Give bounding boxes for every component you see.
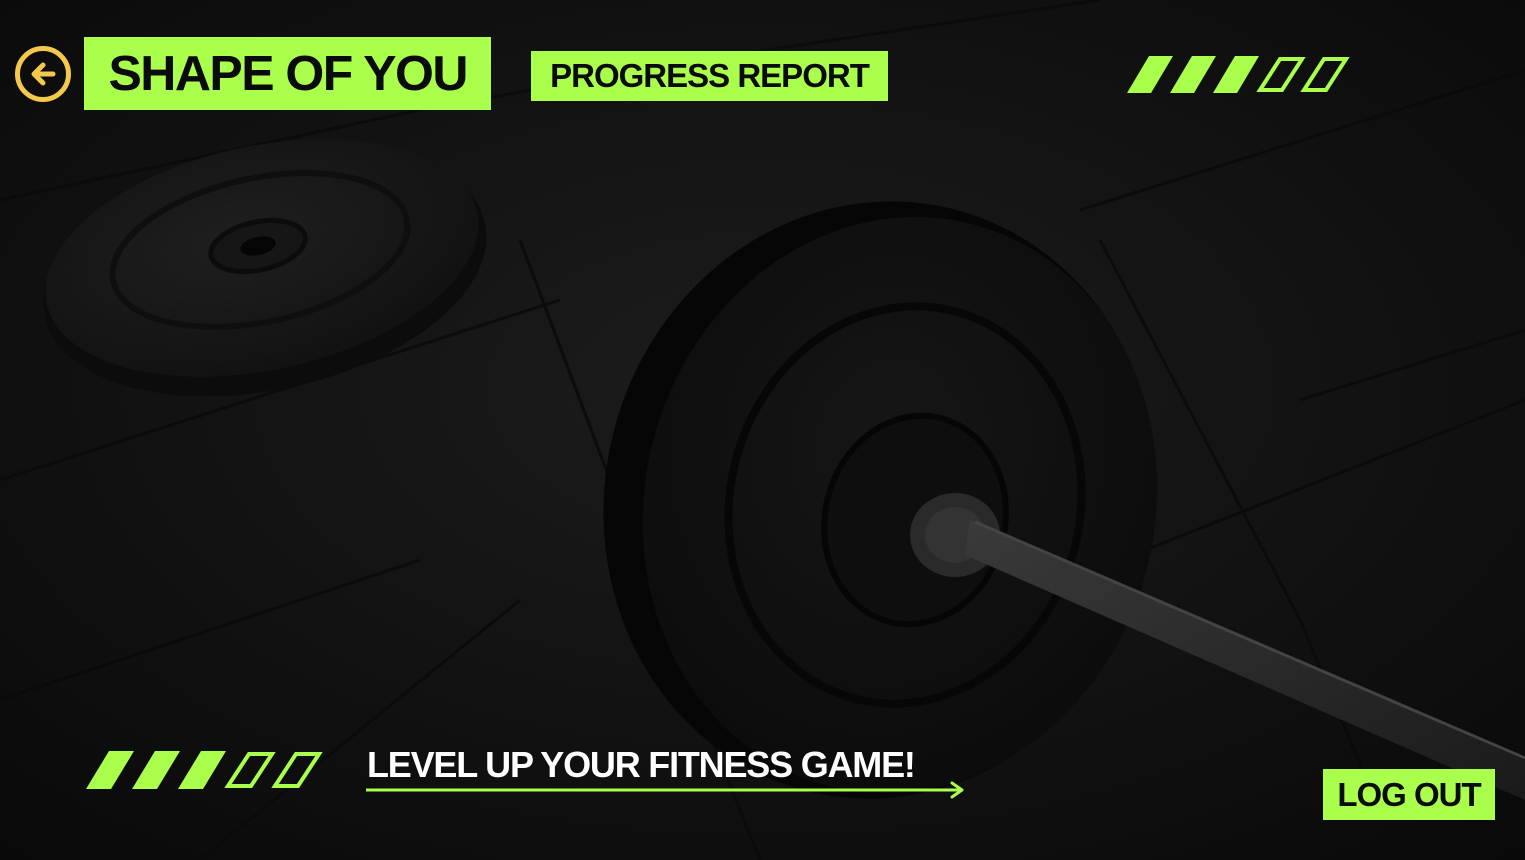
app-screen: SHAPE OF YOU PROGRESS REPORT LEVEL UP YO… [0, 0, 1525, 860]
page-title: PROGRESS REPORT [550, 57, 870, 94]
app-title: SHAPE OF YOU [108, 46, 468, 101]
arrow-right-icon [366, 781, 964, 799]
progress-stripes-icon [1127, 56, 1350, 93]
logout-button[interactable]: LOG OUT [1323, 769, 1495, 820]
arrow-left-circle-icon [31, 62, 56, 86]
tagline-link[interactable]: LEVEL UP YOUR FITNESS GAME! [366, 744, 966, 800]
logout-label: LOG OUT [1337, 775, 1481, 813]
back-button[interactable] [15, 46, 71, 102]
background-image [0, 0, 1525, 860]
app-title-badge: SHAPE OF YOU [84, 37, 491, 110]
progress-stripes-icon [86, 751, 323, 789]
page-title-badge: PROGRESS REPORT [531, 51, 888, 101]
